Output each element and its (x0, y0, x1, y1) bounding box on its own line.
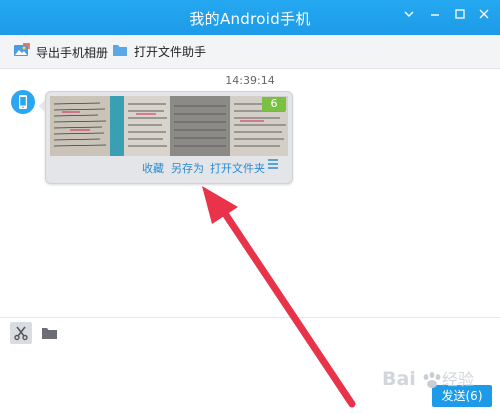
svg-text:经验: 经验 (442, 370, 474, 389)
open-folder-link[interactable]: 打开文件夹 (210, 160, 265, 176)
open-file-helper-button[interactable]: 打开文件助手 (112, 43, 206, 60)
image-message-bubble[interactable]: 6 收藏 另存为 打开文件夹 (39, 91, 293, 184)
toolbar: 导出手机相册 打开文件助手 (0, 35, 500, 69)
title-bar: 我的Android手机 (0, 0, 500, 35)
input-toolbar (10, 322, 60, 344)
menu-icon[interactable] (400, 7, 418, 25)
favorite-link[interactable]: 收藏 (142, 160, 164, 176)
maximize-icon[interactable] (451, 7, 469, 25)
open-file-helper-label: 打开文件助手 (134, 45, 207, 59)
folder-icon[interactable] (38, 322, 60, 344)
window-title: 我的Android手机 (189, 10, 311, 28)
photo-export-icon (13, 43, 30, 61)
image-thumbnail[interactable] (170, 96, 230, 156)
scissors-icon[interactable] (10, 322, 32, 344)
export-album-button[interactable]: 导出手机相册 (13, 43, 108, 61)
image-thumbnails[interactable] (50, 96, 288, 156)
image-thumbnail[interactable] (110, 96, 170, 156)
image-thumbnail[interactable] (50, 96, 110, 156)
more-menu-icon[interactable] (267, 158, 279, 173)
close-icon[interactable] (475, 7, 493, 25)
minimize-icon[interactable] (426, 7, 444, 25)
input-divider (0, 317, 500, 318)
baidu-watermark-logo: Bai 经验 (382, 368, 474, 390)
export-album-label: 导出手机相册 (36, 45, 109, 60)
message-actions: 收藏 另存为 打开文件夹 (46, 157, 292, 179)
image-count-badge: 6 (262, 97, 286, 111)
save-as-link[interactable]: 另存为 (171, 160, 204, 176)
svg-text:Bai: Bai (382, 368, 416, 390)
message-timestamp: 14:39:14 (225, 74, 275, 87)
phone-avatar-icon (11, 90, 35, 114)
folder-icon (112, 43, 128, 60)
